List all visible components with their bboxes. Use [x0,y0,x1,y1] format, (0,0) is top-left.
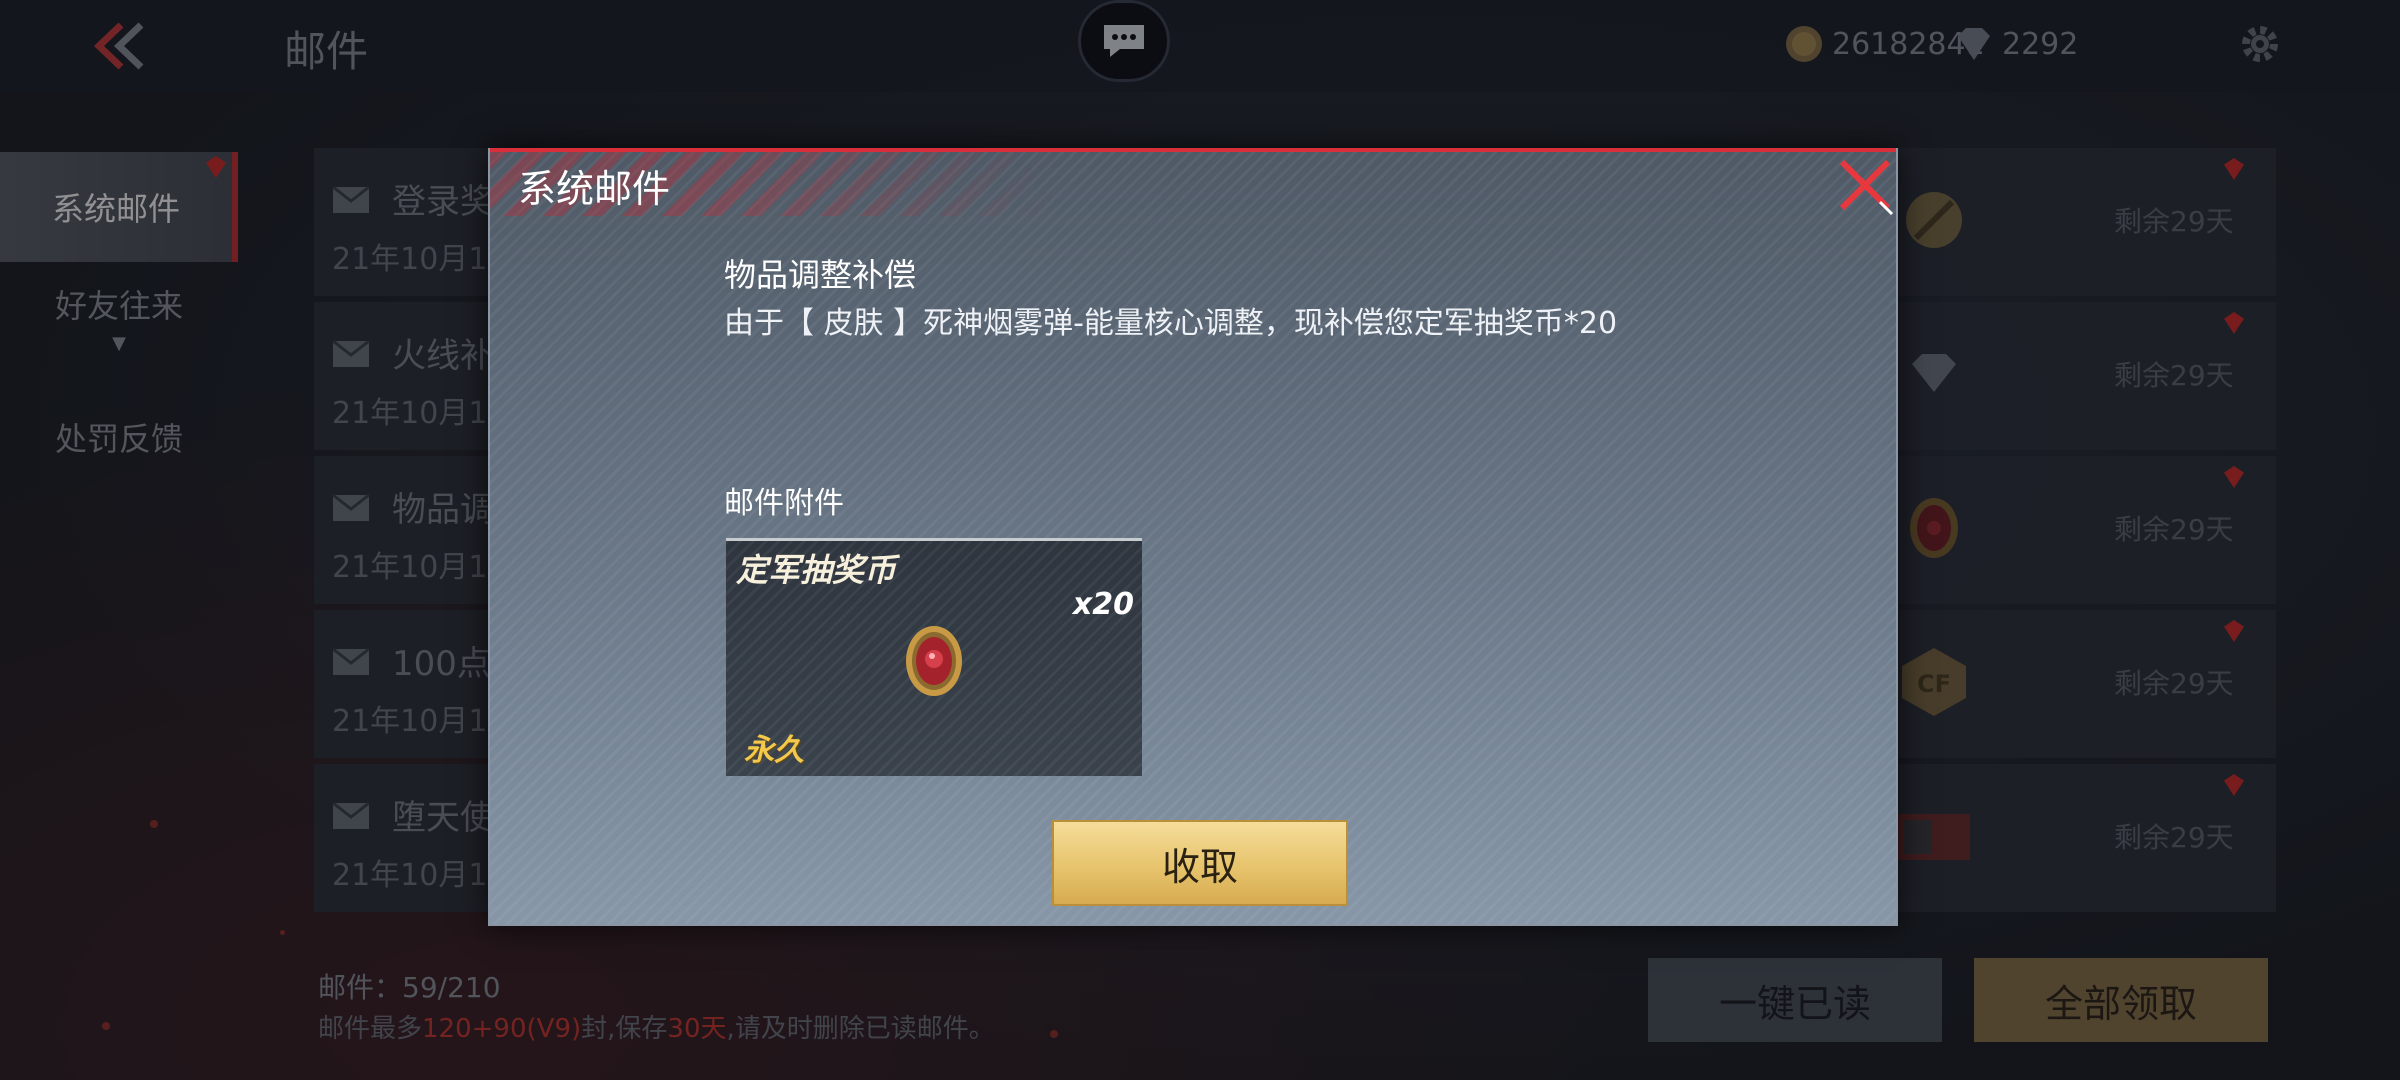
attachment-label: 邮件附件 [724,486,844,521]
message-title: 物品调整补偿 [724,256,917,294]
item-quantity: x20 [1072,587,1134,622]
dialog-title: 系统邮件 [518,167,671,211]
item-duration-badge: 永久 [744,733,804,768]
close-button[interactable] [1836,156,1896,216]
title-stripes [490,150,1900,216]
title-accent-line [490,148,1896,152]
message-body: 由于【 皮肤 】死神烟雾弹-能量核心调整，现补偿您定军抽奖币*20 [724,306,1618,341]
mail-detail-dialog: 系统邮件 物品调整补偿 由于【 皮肤 】死神烟雾弹-能量核心调整，现补偿您定军抽… [488,148,1900,926]
item-name: 定军抽奖币 [736,551,897,589]
lottery-coin-icon [906,626,962,696]
close-x-icon [1839,159,1894,216]
collect-button[interactable]: 收取 [1052,820,1348,906]
attachment-item-card[interactable]: 定军抽奖币 x20 永久 [726,538,1142,776]
